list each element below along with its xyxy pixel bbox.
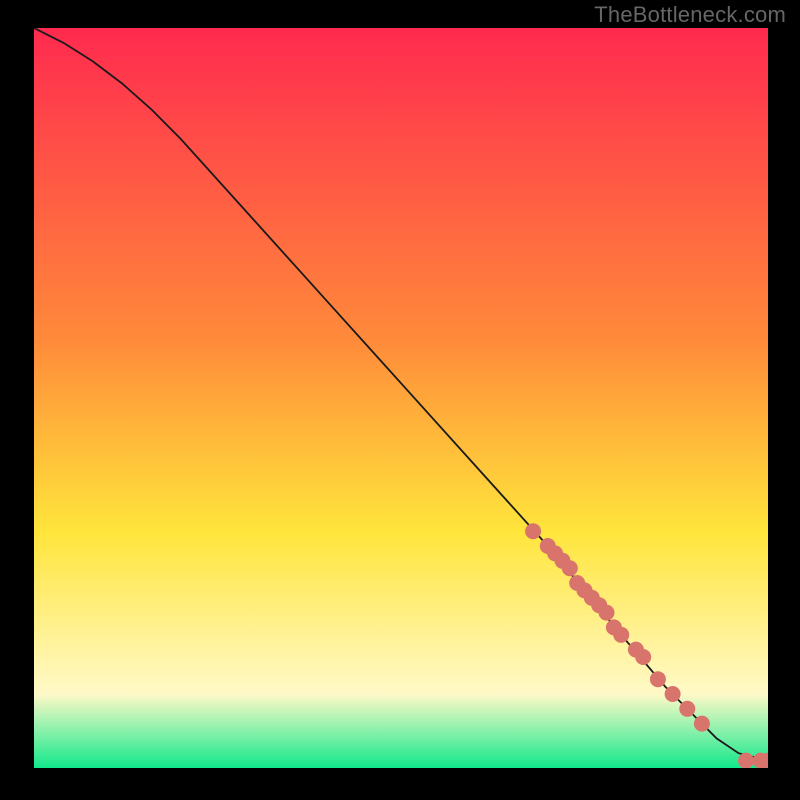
data-point (562, 560, 578, 576)
plot-svg (34, 28, 768, 768)
data-point (679, 701, 695, 717)
data-point (525, 523, 541, 539)
data-point (613, 627, 629, 643)
plot-area (34, 28, 768, 768)
data-point (738, 753, 754, 768)
data-point (635, 649, 651, 665)
data-point (599, 605, 615, 621)
data-point (694, 716, 710, 732)
data-point (665, 686, 681, 702)
chart-frame: TheBottleneck.com (0, 0, 800, 800)
watermark-text: TheBottleneck.com (594, 2, 786, 28)
gradient-background (34, 28, 768, 768)
data-point (650, 671, 666, 687)
